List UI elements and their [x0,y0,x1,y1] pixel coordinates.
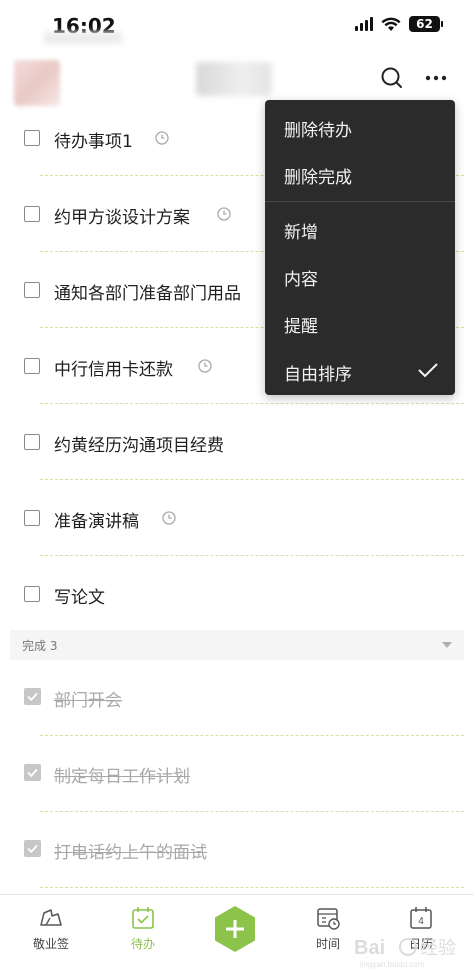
clock-icon [162,511,176,525]
time-calendar-icon [317,908,340,930]
todo-checkbox[interactable] [24,282,40,298]
completed-label: 制定每日工作计划 [54,767,190,787]
signal-icon [355,17,373,31]
checked-checkbox[interactable] [24,688,41,705]
todo-label: 约甲方谈设计方案 [54,208,190,228]
todo-label: 待办事项1 [54,132,133,152]
more-dots-icon[interactable] [422,64,450,92]
completed-section-label: 完成 3 [22,639,58,653]
watermark-logo: Bai 经验 jingyan.baidu.com [354,937,456,969]
status-icons: 62 [355,16,443,32]
todo-label: 约黄经历沟通项目经费 [54,436,224,456]
svg-text:Bai: Bai [354,937,385,959]
completed-section-header[interactable]: 完成 3 [10,630,464,660]
todo-checkbox[interactable] [24,130,40,146]
calendar-icon: 4 [410,907,432,929]
todo-label: 写论文 [54,588,105,608]
tab-label: 待办 [130,937,155,951]
todo-label: 通知各部门准备部门用品 [54,284,241,304]
completed-item[interactable]: 制定每日工作计划 [0,736,474,812]
menu-separator [265,201,455,202]
clock-icon [217,207,231,221]
checked-checkbox[interactable] [24,764,41,781]
clock-icon [155,131,169,145]
todo-label: 准备演讲稿 [54,512,139,532]
todo-checkbox[interactable] [24,434,40,450]
battery-indicator: 62 [409,16,443,32]
menu-item-reminder[interactable]: 提醒 [284,312,318,337]
wifi-icon [381,17,401,31]
status-blur [44,32,122,44]
menu-item-add[interactable]: 新增 [284,218,318,243]
menu-item-content[interactable]: 内容 [284,265,318,290]
sign-icon [40,909,62,926]
menu-item-free-sort[interactable]: 自由排序 [284,360,352,385]
tab-jingyeqian[interactable]: 敬业签 [11,895,91,965]
more-options-menu: 删除待办 删除完成 新增 内容 提醒 自由排序 [265,100,455,395]
clock-icon [198,359,212,373]
todo-calendar-check-icon [132,907,154,929]
add-hexagon-icon[interactable] [213,905,257,953]
divider [40,887,464,888]
svg-text:jingyan.baidu.com: jingyan.baidu.com [359,960,425,969]
checked-checkbox[interactable] [24,840,41,857]
todo-checkbox[interactable] [24,358,40,374]
todo-item[interactable]: 约黄经历沟通项目经费 [0,404,474,480]
todo-item[interactable]: 准备演讲稿 [0,480,474,556]
completed-label: 部门开会 [54,691,122,711]
menu-item-delete-completed[interactable]: 删除完成 [284,163,352,188]
completed-list: 部门开会 制定每日工作计划 打电话约上午的面试 [0,660,474,888]
todo-checkbox[interactable] [24,510,40,526]
completed-item[interactable]: 打电话约上午的面试 [0,812,474,888]
svg-text:经验: 经验 [420,938,456,958]
caret-down-icon[interactable] [442,642,452,648]
svg-text:4: 4 [418,916,424,927]
completed-label: 打电话约上午的面试 [54,843,207,863]
menu-item-delete-todo[interactable]: 删除待办 [284,116,352,141]
todo-checkbox[interactable] [24,206,40,222]
todo-checkbox[interactable] [24,586,40,602]
tab-label: 敬业签 [32,937,69,951]
todo-label: 中行信用卡还款 [54,360,173,380]
header-title-blurred [196,62,272,96]
search-icon[interactable] [378,64,406,92]
todo-item[interactable]: 写论文 [0,556,474,632]
tab-todo[interactable]: 待办 [103,895,183,965]
status-bar: 16:02 62 [0,0,474,50]
checkmark-icon [418,363,438,378]
completed-item[interactable]: 部门开会 [0,660,474,736]
